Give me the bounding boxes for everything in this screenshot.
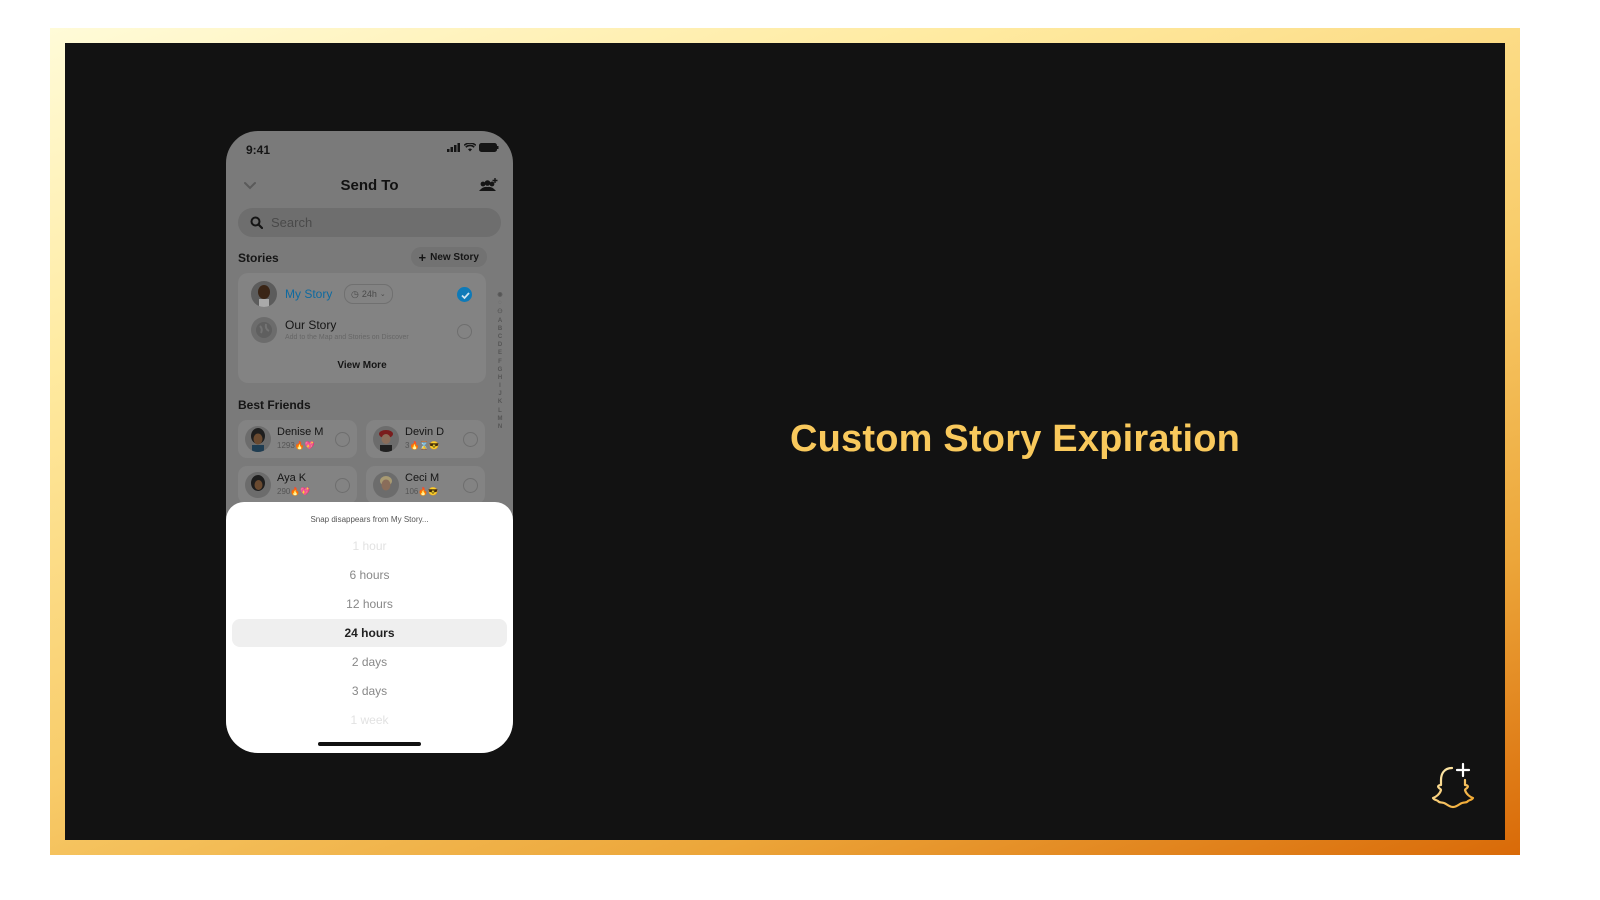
avatar bbox=[373, 426, 399, 452]
friend-streak: 106🔥😎 bbox=[405, 487, 439, 496]
home-indicator bbox=[318, 742, 421, 746]
story-timer-button[interactable]: ◷ 24h ⌄ bbox=[344, 284, 393, 304]
story-row-my-story[interactable]: My Story ◷ 24h ⌄ bbox=[238, 277, 486, 311]
alpha-index-item[interactable]: E bbox=[498, 350, 502, 356]
friend-card[interactable]: Denise M 1293🔥💖 bbox=[238, 420, 357, 458]
avatar bbox=[245, 472, 271, 498]
stories-label: Stories bbox=[238, 251, 279, 265]
story-checkbox[interactable] bbox=[457, 324, 472, 339]
friend-select-radio[interactable] bbox=[335, 432, 350, 447]
story-name: My Story bbox=[285, 287, 333, 301]
alpha-index-item[interactable]: ◌ bbox=[498, 300, 502, 306]
expiration-option[interactable]: 1 hour bbox=[232, 532, 507, 560]
page-title: Send To bbox=[340, 177, 399, 194]
avatar bbox=[251, 281, 277, 307]
alpha-index-item[interactable]: B bbox=[498, 326, 502, 332]
alphabet-index[interactable]: ◉ ◌ ⚇ A B C D E F G H I J K L M N bbox=[495, 291, 505, 430]
new-story-button[interactable]: + New Story bbox=[410, 247, 487, 267]
expiration-sheet: Snap disappears from My Story... 1 hour 6… bbox=[226, 502, 513, 753]
story-row-our-story[interactable]: Our Story Add to the Map and Stories on … bbox=[238, 313, 486, 347]
avatar bbox=[245, 426, 271, 452]
alpha-index-item[interactable]: C bbox=[498, 334, 502, 340]
friend-name: Aya K bbox=[277, 472, 307, 484]
friend-card[interactable]: Aya K 290🔥💖 bbox=[238, 466, 357, 504]
alpha-index-item[interactable]: I bbox=[499, 383, 501, 389]
alpha-index-item[interactable]: M bbox=[498, 416, 503, 422]
expiration-option[interactable]: 3 days bbox=[232, 677, 507, 705]
clock-icon: ◷ bbox=[351, 288, 359, 299]
alpha-index-item[interactable]: D bbox=[498, 342, 502, 348]
add-friends-icon[interactable] bbox=[477, 177, 499, 193]
phone-mockup: 9:41 Send To Stories + New Story My Stor… bbox=[226, 131, 513, 753]
friend-streak: 290🔥💖 bbox=[277, 487, 311, 496]
friend-select-radio[interactable] bbox=[463, 478, 478, 493]
chevron-down-icon: ⌄ bbox=[379, 291, 386, 298]
signal-icon bbox=[447, 143, 460, 152]
alpha-index-item[interactable]: L bbox=[498, 408, 502, 414]
friend-name: Ceci M bbox=[405, 472, 440, 484]
search-icon bbox=[250, 216, 263, 229]
story-timer: 24h bbox=[361, 289, 377, 299]
sheet-title: Snap disappears from My Story... bbox=[310, 515, 429, 524]
avatar bbox=[373, 472, 399, 498]
alpha-index-item[interactable]: J bbox=[498, 391, 501, 397]
globe-icon bbox=[251, 317, 277, 343]
alpha-index-item[interactable]: F bbox=[498, 359, 502, 365]
slide-headline: Custom Story Expiration bbox=[790, 418, 1241, 460]
battery-icon bbox=[479, 143, 499, 152]
view-more-button[interactable]: View More bbox=[238, 360, 486, 371]
alpha-index-item[interactable]: ◉ bbox=[497, 291, 502, 298]
plus-icon: + bbox=[418, 249, 427, 265]
stories-card: My Story ◷ 24h ⌄ Our Story Add to the Ma… bbox=[238, 273, 486, 383]
friend-name: Denise M bbox=[277, 426, 324, 438]
wifi-icon bbox=[464, 143, 476, 152]
friend-select-radio[interactable] bbox=[463, 432, 478, 447]
alpha-index-item[interactable]: G bbox=[498, 367, 503, 373]
new-story-label: New Story bbox=[430, 251, 479, 263]
alpha-index-item[interactable]: N bbox=[498, 424, 502, 430]
snapchat-plus-ghost-icon bbox=[1431, 762, 1475, 809]
expiration-option-selected[interactable]: 24 hours bbox=[232, 619, 507, 647]
friend-streak: 1293🔥💖 bbox=[277, 441, 315, 450]
status-time: 9:41 bbox=[246, 143, 271, 157]
best-friends-label: Best Friends bbox=[238, 398, 311, 412]
alpha-index-item[interactable]: K bbox=[498, 399, 502, 405]
expiration-option[interactable]: 2 days bbox=[232, 648, 507, 676]
search-input[interactable] bbox=[269, 214, 473, 231]
friend-streak: 3🔥⌛😎 bbox=[405, 441, 440, 450]
expiration-option[interactable]: 1 week bbox=[232, 706, 507, 734]
alpha-index-item[interactable]: H bbox=[498, 375, 502, 381]
expiration-option[interactable]: 12 hours bbox=[232, 590, 507, 618]
story-subtitle: Add to the Map and Stories on Discover bbox=[285, 334, 409, 341]
story-name: Our Story bbox=[285, 318, 337, 332]
search-bar[interactable] bbox=[238, 208, 501, 237]
friend-select-radio[interactable] bbox=[335, 478, 350, 493]
expiration-option[interactable]: 6 hours bbox=[232, 561, 507, 589]
status-icons bbox=[447, 143, 499, 152]
friend-card[interactable]: Ceci M 106🔥😎 bbox=[366, 466, 485, 504]
alpha-index-item[interactable]: ⚇ bbox=[497, 308, 502, 315]
friend-name: Devin D bbox=[405, 426, 445, 438]
checkmark-icon bbox=[461, 292, 470, 300]
story-checkbox-checked[interactable] bbox=[457, 287, 472, 302]
friend-card[interactable]: Devin D 3🔥⌛😎 bbox=[366, 420, 485, 458]
alpha-index-item[interactable]: A bbox=[498, 318, 502, 324]
